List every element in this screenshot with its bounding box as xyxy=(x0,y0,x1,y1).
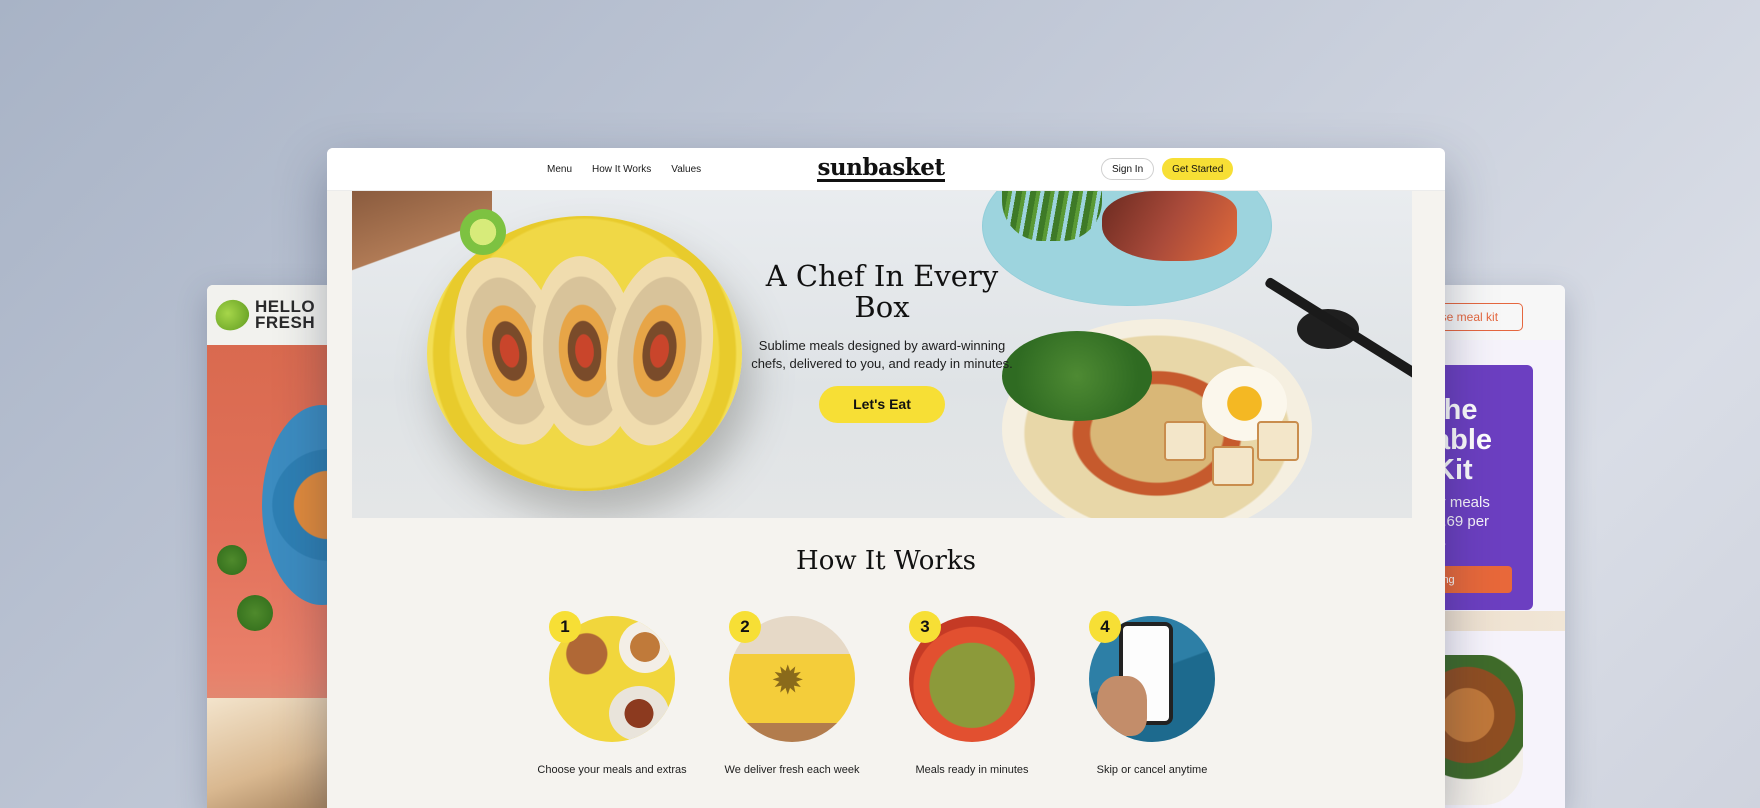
how-it-works-steps: 1 Choose your meals and extras 2 We deli… xyxy=(527,611,1247,796)
nav-links: Menu How It Works Values xyxy=(547,148,701,191)
nav-actions: Sign In Get Started xyxy=(1101,158,1234,180)
nav-link-menu[interactable]: Menu xyxy=(547,164,572,175)
step-card: 4 Skip or cancel anytime xyxy=(1067,611,1237,776)
how-it-works-title: How It Works xyxy=(796,546,976,576)
lets-eat-button[interactable]: Let's Eat xyxy=(819,386,945,423)
hellofresh-header: HELLO FRESH xyxy=(207,285,337,345)
step-label: Meals ready in minutes xyxy=(915,764,1029,776)
lime-image xyxy=(460,209,506,255)
herb-leaf-icon xyxy=(217,545,247,575)
steak-image xyxy=(1102,191,1237,261)
hero-text-block: A Chef In Every Box Sublime meals design… xyxy=(737,261,1027,423)
tofu-image xyxy=(1212,446,1254,486)
promo-cta-button[interactable]: ing xyxy=(1434,566,1512,593)
top-navbar: Menu How It Works Values sunbasket Sign … xyxy=(327,148,1445,191)
get-started-button[interactable]: Get Started xyxy=(1162,158,1234,180)
nav-link-how-it-works[interactable]: How It Works xyxy=(592,164,651,175)
competitor-header: ose meal kit xyxy=(1430,285,1565,340)
step-number-badge: 3 xyxy=(909,611,941,643)
hero-subtitle: Sublime meals designed by award-winning … xyxy=(751,338,1013,371)
step-number-badge: 2 xyxy=(729,611,761,643)
step-label: We deliver fresh each week xyxy=(724,764,860,776)
step-label: Choose your meals and extras xyxy=(537,764,687,776)
hero-title: A Chef In Every Box xyxy=(765,259,999,324)
tofu-image xyxy=(1164,421,1206,461)
step-number-badge: 1 xyxy=(549,611,581,643)
herb-leaf-icon xyxy=(237,595,273,631)
hellofresh-plate-image xyxy=(262,405,337,605)
promo-headline: the able Kit xyxy=(1434,394,1493,486)
step-card: 2 We deliver fresh each week xyxy=(707,611,877,776)
tofu-image xyxy=(1257,421,1299,461)
hellofresh-wordmark: HELLO FRESH xyxy=(255,297,316,332)
step-number-badge: 4 xyxy=(1089,611,1121,643)
hellofresh-lime-logo-icon xyxy=(210,295,254,335)
hero-banner: A Chef In Every Box Sublime meals design… xyxy=(352,191,1412,518)
competitor-background-card: ose meal kit the able Kit ty meals 4.69 … xyxy=(1430,285,1565,808)
hellofresh-hero-image xyxy=(207,345,337,808)
step-card: 1 Choose your meals and extras xyxy=(527,611,697,776)
taco-plate-image xyxy=(427,216,742,491)
step-card: 3 Meals ready in minutes xyxy=(887,611,1057,776)
nav-link-values[interactable]: Values xyxy=(671,164,701,175)
step-label: Skip or cancel anytime xyxy=(1096,764,1208,776)
hellofresh-food-image xyxy=(207,698,337,808)
sunbasket-browser-window: Menu How It Works Values sunbasket Sign … xyxy=(327,148,1445,808)
hellofresh-background-card: HELLO FRESH xyxy=(207,285,337,808)
promo-divider-band xyxy=(1430,611,1565,631)
competitor-promo-panel: the able Kit ty meals 4.69 per n. ing xyxy=(1430,365,1533,610)
sign-in-button[interactable]: Sign In xyxy=(1101,158,1155,180)
sunbasket-logo[interactable]: sunbasket xyxy=(817,156,945,182)
promo-subtext: ty meals 4.69 per n. xyxy=(1434,494,1490,549)
